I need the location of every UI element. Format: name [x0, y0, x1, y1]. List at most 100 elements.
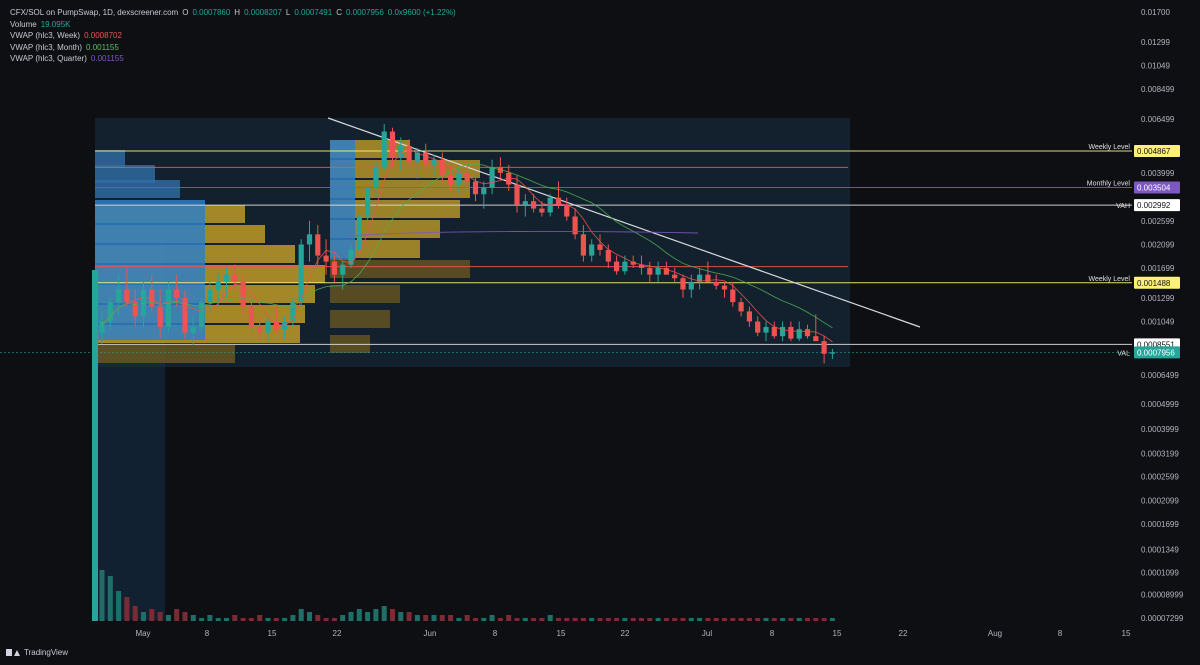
volume-bar: [705, 618, 711, 621]
volume-bar: [738, 618, 744, 621]
candle-body: [688, 281, 694, 290]
volume-bar: [356, 609, 362, 621]
price-tick-label: 0.01299: [1141, 38, 1170, 47]
candle-body: [531, 201, 537, 209]
volume-bar: [92, 270, 98, 621]
candle-body: [306, 234, 313, 245]
volume-bar: [572, 618, 578, 621]
candle-body: [257, 326, 263, 333]
candle-body: [597, 244, 603, 250]
volume-bar: [539, 618, 545, 621]
time-tick-label: 8: [205, 629, 210, 638]
candle-body: [481, 187, 487, 195]
profile-row: [95, 180, 180, 198]
time-tick-label: 15: [1122, 629, 1131, 638]
candle-body: [448, 175, 454, 185]
volume-bar: [771, 618, 777, 621]
candle-body: [365, 187, 371, 217]
volume-bar: [805, 618, 810, 621]
low-label: L: [285, 8, 291, 17]
candle-body: [340, 264, 346, 275]
volume-bar: [315, 615, 321, 621]
candle-body: [265, 321, 271, 333]
legend-vwap-quarter-row[interactable]: VWAP (hlc3, Quarter) 0.001155: [10, 53, 456, 65]
price-tag-value: 0.002992: [1137, 201, 1171, 210]
price-tick-label: 0.0001349: [1141, 546, 1179, 555]
volume-bar: [639, 618, 644, 621]
price-tick-label: 0.001699: [1141, 264, 1175, 273]
candle-body: [472, 181, 479, 195]
vwap-month-value: 0.001155: [86, 42, 119, 52]
volume-bar: [489, 615, 495, 621]
volume-bar: [331, 618, 337, 621]
volume-bar: [589, 618, 595, 621]
volume-bar: [99, 570, 105, 621]
volume-bar: [240, 618, 246, 621]
volume-bar: [124, 597, 130, 621]
tradingview-branding[interactable]: TradingView: [6, 648, 68, 657]
candle-body: [672, 274, 678, 279]
legend-volume-row[interactable]: Volume 19.095K: [10, 19, 456, 31]
chart-area[interactable]: 0.01700 0.01299 0.01049 0.008499 0.006499 0.0…: [0, 0, 1200, 665]
vwap-week-label: VWAP (hlc3, Week): [10, 31, 81, 40]
tradingview-label: TradingView: [24, 648, 69, 657]
price-axis[interactable]: 0.01700 0.01299 0.01049 0.008499 0.006499 0.0…: [1141, 8, 1184, 623]
candle-body: [813, 336, 819, 342]
price-tag-value: 0.0007956: [1137, 348, 1175, 357]
level-label: Weekly Level: [1088, 144, 1130, 151]
price-tick-label: 0.003999: [1141, 169, 1175, 178]
volume-bar: [514, 618, 520, 621]
symbol-title[interactable]: CFX/SOL on PumpSwap, 1D, dexscreener.com: [10, 7, 178, 19]
price-chart[interactable]: 0.01700 0.01299 0.01049 0.008499 0.006499 0.0…: [0, 0, 1200, 665]
volume-bar: [116, 591, 122, 621]
volume-bar: [273, 618, 279, 621]
candle-body: [788, 326, 794, 339]
price-tick-label: 0.00008999: [1141, 591, 1184, 600]
volume-bar: [788, 618, 794, 621]
candle-body: [829, 352, 835, 354]
time-axis[interactable]: May 8 15 22 Jun 8 15 22 Jul 8 15 22 Aug 8 15: [135, 629, 1131, 638]
volume-bar: [655, 618, 661, 621]
vwap-quarter-label: VWAP (hlc3, Quarter): [10, 54, 87, 63]
candle-body: [116, 289, 122, 303]
volume-bar: [672, 618, 678, 621]
price-tick-label: 0.0003199: [1141, 450, 1179, 459]
candle-body: [223, 274, 230, 282]
vwap-month-label: VWAP (hlc3, Month): [10, 42, 83, 52]
legend-vwap-week-row[interactable]: VWAP (hlc3, Week) 0.0008702: [10, 30, 456, 42]
time-tick-label: 22: [333, 629, 342, 638]
candle-body: [381, 131, 387, 168]
candle-body: [174, 289, 180, 298]
legend-vwap-month-row[interactable]: VWAP (hlc3, Month) 0.001155: [10, 42, 456, 54]
legend-symbol-row: CFX/SOL on PumpSwap, 1D, dexscreener.com…: [10, 7, 456, 19]
volume-bar: [713, 618, 719, 621]
time-tick-label: Aug: [988, 629, 1002, 638]
price-tag-value: 0.004867: [1137, 147, 1171, 156]
candle-body: [298, 244, 304, 303]
candle-body: [755, 321, 761, 333]
volume-bar: [464, 615, 470, 621]
candle-body: [614, 261, 620, 272]
change-value: 0.0x9600 (+1.22%): [387, 8, 456, 17]
candle-body: [647, 267, 653, 275]
volume-bar: [406, 612, 412, 621]
volume-bar: [307, 612, 312, 621]
volume-bar: [439, 615, 445, 621]
time-tick-label: 15: [833, 629, 842, 638]
price-tick-label: 0.0004999: [1141, 400, 1179, 409]
candle-body: [489, 167, 495, 188]
volume-bar: [265, 618, 271, 621]
volume-profile: [95, 118, 850, 620]
volume-bar: [373, 609, 379, 621]
volume-value: 19.095K: [40, 19, 71, 29]
profile-row: [330, 285, 400, 303]
volume-bar: [580, 618, 586, 621]
volume-bar: [755, 618, 761, 621]
volume-bar: [813, 618, 819, 621]
candle-body: [539, 208, 545, 213]
candle-body: [589, 244, 595, 256]
candle-body: [431, 159, 437, 165]
candle-body: [165, 289, 171, 327]
volume-bar: [365, 612, 371, 621]
close-label: C: [336, 8, 342, 17]
